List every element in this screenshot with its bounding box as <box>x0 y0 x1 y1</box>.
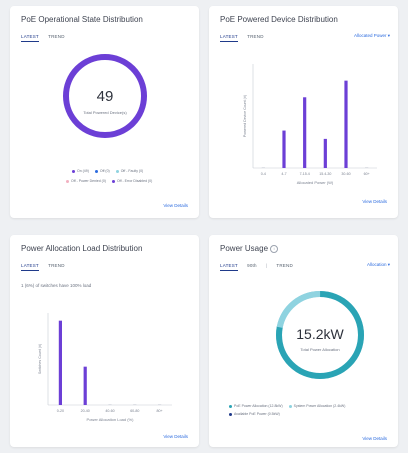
poe-operational-state-card: PoE Operational State Distribution LATES… <box>10 6 199 218</box>
legend-swatch <box>94 169 98 173</box>
card-title-row: Power Usage i <box>220 244 279 253</box>
legend-item: Off - Power Denied (0) <box>66 179 106 183</box>
legend-label: Off (0) <box>99 169 110 173</box>
legend-item: On (49) <box>72 169 89 173</box>
legend-swatch <box>111 179 115 183</box>
legend-item: Off - Faulty (0) <box>115 169 144 173</box>
bar-zero <box>108 404 112 405</box>
card-title: Power Usage <box>220 244 269 253</box>
donut-legend: On (49) Off (0) Off - Faulty (0) <box>72 169 148 173</box>
x-tick-label: 4-7 <box>281 172 286 176</box>
view-details-link[interactable]: View Details <box>362 436 387 441</box>
view-details-link[interactable]: View Details <box>163 203 188 208</box>
legend-swatch <box>72 169 75 173</box>
x-tick-label: 40-60 <box>105 409 114 413</box>
x-tick-label: 80+ <box>157 409 163 413</box>
bar <box>282 130 286 168</box>
tab-latest[interactable]: LATEST <box>21 34 39 42</box>
legend-label: Available PoE Power (0.5kW) <box>234 412 280 416</box>
x-tick-label: 20-40 <box>81 409 90 413</box>
info-icon[interactable]: i <box>270 244 279 253</box>
bar <box>303 97 307 168</box>
donut-legend-row2: Off - Power Denied (0) Off - Error Disab… <box>66 179 157 183</box>
legend-label: PoE Power Allocation (12.8kW) <box>234 404 283 408</box>
tab-bar: LATEST 90th | TREND <box>220 263 301 271</box>
power-allocation-load-card: Power Allocation Load Distribution LATES… <box>10 235 199 447</box>
bar-zero <box>133 404 137 405</box>
x-tick-label: 7-15.4 <box>300 172 310 176</box>
allocation-dropdown[interactable]: Allocation ▾ <box>367 262 390 268</box>
legend-swatch <box>288 404 292 408</box>
legend-item: Available PoE Power (0.5kW) <box>229 412 280 416</box>
powered-device-bar-chart: 0-4 4-7 7-15.4 15.4-30 30-60 60+ Allocated Pow… <box>243 64 377 185</box>
legend-label: Off - Faulty (0) <box>120 169 144 173</box>
x-tick-label: 60-80 <box>130 409 139 413</box>
power-legend-row2: Available PoE Power (0.5kW) <box>229 412 285 416</box>
tab-90th[interactable]: 90th <box>247 263 257 270</box>
x-axis-label: Allocated Power (W) <box>297 180 334 185</box>
legend-item: PoE Power Allocation (12.8kW) <box>229 404 283 408</box>
y-axis-label: Switches Count (#) <box>38 344 42 374</box>
legend-label: Off - Power Denied (0) <box>71 179 106 183</box>
donut-center-value: 49 <box>96 88 114 105</box>
x-tick-label: 15.4-30 <box>319 172 331 176</box>
legend-swatch <box>229 412 232 416</box>
legend-label: On (49) <box>77 169 89 173</box>
legend-swatch <box>229 404 232 408</box>
bar <box>344 80 348 168</box>
legend-item: Off (0) <box>94 169 110 173</box>
bar-zero <box>261 167 265 168</box>
x-tick-label: 0-4 <box>261 172 266 176</box>
y-axis-label: Powered Device Count (#) <box>243 95 247 137</box>
allocation-load-bar-chart: 0-20 20-40 40-60 60-80 80+ Power Allocation L… <box>38 313 172 422</box>
legend-swatch <box>115 169 119 173</box>
x-tick-label: 60+ <box>364 172 370 176</box>
legend-item: Off - Error Disabled (0) <box>111 179 153 183</box>
x-tick-label: 0-20 <box>57 409 64 413</box>
tab-bar: LATEST TREND <box>21 34 73 42</box>
ring-center-label: Total Power Allocation <box>300 347 340 352</box>
power-legend: PoE Power Allocation (12.8kW) System Pow… <box>229 404 350 408</box>
tab-latest[interactable]: LATEST <box>220 263 238 271</box>
view-details-link[interactable]: View Details <box>163 434 188 439</box>
x-tick-label: 30-60 <box>341 172 350 176</box>
bar-zero <box>365 167 369 168</box>
chevron-down-icon: ▾ <box>387 262 390 267</box>
view-details-link[interactable]: View Details <box>362 199 387 204</box>
bar <box>323 138 327 168</box>
tab-separator: | <box>265 263 268 268</box>
legend-label: System Power Allocation (2.4kW) <box>293 404 346 408</box>
x-axis-label: Power Allocation Load (%) <box>87 417 135 422</box>
tab-trend[interactable]: TREND <box>276 263 293 270</box>
poe-powered-device-card: PoE Powered Device Distribution LATEST T… <box>209 6 398 218</box>
legend-swatch <box>66 179 69 183</box>
dropdown-label: Allocation <box>366 262 387 267</box>
legend-item: System Power Allocation (2.4kW) <box>288 404 346 408</box>
ring-center-value: 15.2kW <box>296 326 344 342</box>
bar <box>58 320 62 405</box>
donut-center-label: Total Powered Device(s) <box>83 110 127 115</box>
tab-trend[interactable]: TREND <box>48 34 65 41</box>
power-usage-card: Power Usage i LATEST 90th | TREND Allocat… <box>209 235 398 447</box>
card-title: PoE Operational State Distribution <box>21 15 143 24</box>
bar-zero <box>158 404 162 405</box>
bar <box>83 366 87 405</box>
legend-label: Off - Error Disabled (0) <box>116 179 153 183</box>
